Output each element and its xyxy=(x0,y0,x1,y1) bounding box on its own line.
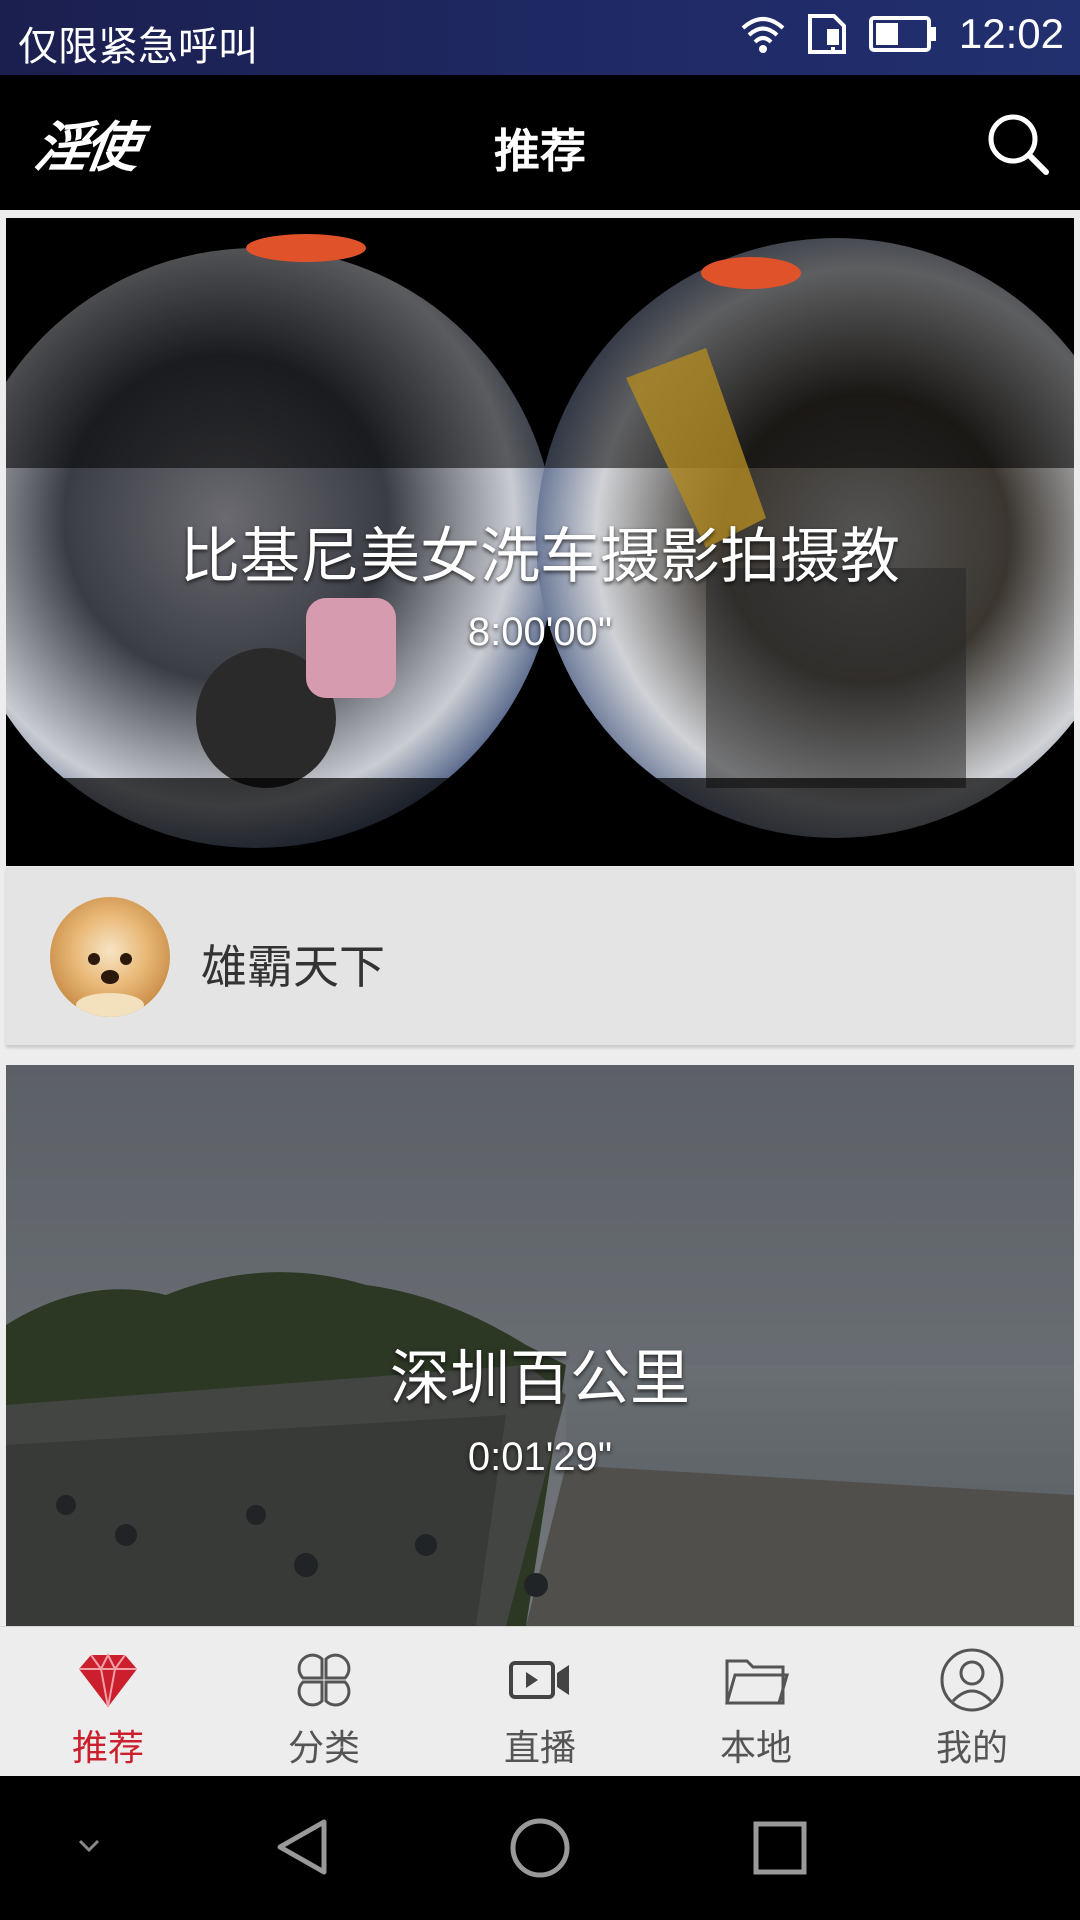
page-title: 推荐 xyxy=(494,124,586,178)
tab-category[interactable]: 分类 xyxy=(216,1627,432,1777)
sim-card-icon xyxy=(807,14,846,54)
carrier-status: 仅限紧急呼叫 xyxy=(18,24,258,70)
tab-label: 推荐 xyxy=(71,1728,144,1769)
grid-icon xyxy=(297,1653,351,1707)
tab-profile[interactable]: 我的 xyxy=(864,1627,1080,1777)
user-icon xyxy=(940,1648,1004,1712)
system-nav-bar xyxy=(0,1776,1080,1920)
wifi-icon xyxy=(741,17,785,53)
video-thumbnail[interactable]: 比基尼美女洗车摄影拍摄教 8:00'00" xyxy=(6,218,1074,866)
back-icon[interactable] xyxy=(272,1816,332,1878)
chevron-down-icon[interactable] xyxy=(74,1831,104,1861)
status-icons: 12:02 xyxy=(741,10,1064,58)
video-title: 比基尼美女洗车摄影拍摄教 xyxy=(180,522,900,592)
tab-label: 我的 xyxy=(935,1728,1008,1769)
folder-icon xyxy=(725,1659,789,1705)
tab-label: 本地 xyxy=(719,1728,792,1769)
avatar[interactable] xyxy=(50,897,170,1017)
tab-local[interactable]: 本地 xyxy=(648,1627,864,1777)
diamond-icon xyxy=(79,1652,137,1708)
home-icon[interactable] xyxy=(508,1816,572,1880)
status-bar: 仅限紧急呼叫 12:02 xyxy=(0,0,1080,75)
search-icon[interactable] xyxy=(986,112,1050,176)
video-camera-icon xyxy=(509,1661,569,1699)
author-row[interactable]: 雄霸天下 xyxy=(6,867,1074,1045)
video-duration: 8:00'00" xyxy=(467,610,613,654)
dog-avatar-image xyxy=(76,953,144,1017)
tab-label: 直播 xyxy=(503,1728,576,1769)
recents-icon[interactable] xyxy=(752,1820,808,1876)
video-duration: 0:01'29" xyxy=(467,1435,613,1479)
video-feed[interactable]: 比基尼美女洗车摄影拍摄教 8:00'00" 雄霸天下 深圳百公里 0:01'29… xyxy=(0,218,1080,1626)
bottom-nav: 推荐 分类 直播 本地 我的 xyxy=(0,1626,1080,1777)
battery-icon xyxy=(868,16,936,52)
tab-label: 分类 xyxy=(287,1728,360,1769)
tab-recommend[interactable]: 推荐 xyxy=(0,1627,216,1777)
clock: 12:02 xyxy=(958,10,1064,57)
author-name[interactable]: 雄霸天下 xyxy=(201,931,385,997)
app-header: 淫使 推荐 xyxy=(0,75,1080,210)
tab-live[interactable]: 直播 xyxy=(432,1627,648,1777)
video-thumbnail[interactable]: 深圳百公里 0:01'29" xyxy=(6,1065,1074,1626)
video-title: 深圳百公里 xyxy=(390,1344,690,1414)
